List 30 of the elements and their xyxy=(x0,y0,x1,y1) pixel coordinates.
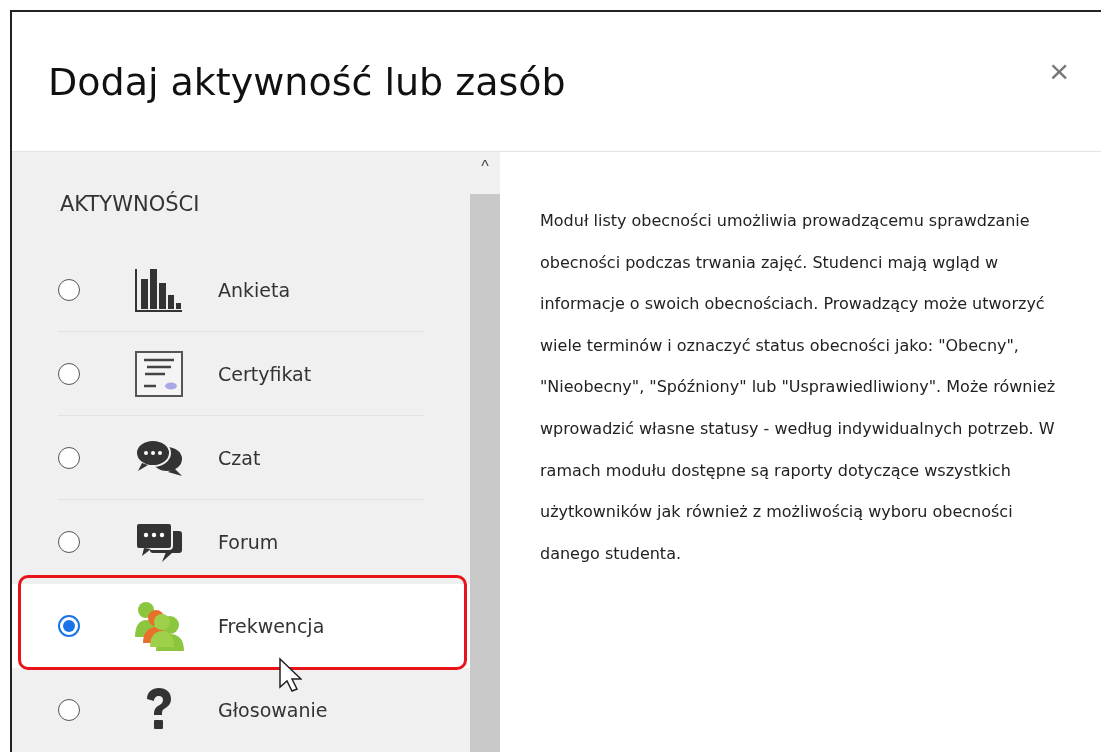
radio-button[interactable] xyxy=(58,447,80,469)
scroll-up-button[interactable]: ^ xyxy=(470,152,500,194)
certificate-icon xyxy=(134,350,184,398)
activity-label: Ankieta xyxy=(218,279,291,301)
radio-button[interactable] xyxy=(58,699,80,721)
bar-chart-icon xyxy=(134,267,184,313)
radio-button[interactable] xyxy=(58,363,80,385)
speech-bubbles-icon xyxy=(134,438,184,478)
activity-label: Czat xyxy=(218,447,261,469)
people-group-icon xyxy=(134,601,184,651)
radio-button[interactable] xyxy=(58,531,80,553)
mouse-pointer-icon xyxy=(278,657,302,693)
activity-label: Certyfikat xyxy=(218,363,312,385)
activity-item[interactable]: Czat xyxy=(12,416,470,500)
activity-item[interactable]: Ankieta xyxy=(12,248,470,332)
section-heading: AKTYWNOŚCI xyxy=(60,192,201,216)
activity-item[interactable]: Frekwencja xyxy=(12,584,470,668)
activity-description: Moduł listy obecności umożliwia prowadzącemu sprawdzanie obecności podczas trwania zajęć. Studenci mają wgląd w informacje o swoich obecnościach. Prowadzący może utworzyć wiele terminów i oznaczyć status obecności jako: "Obecny", "Nieobecny", "Spóźniony" lub "Usprawiedliwiony". Może również wprowadzić własne statusy - według indywidualnych potrzeb. W ramach modułu dostępne są raporty dotyczące wszystkich użytkowników jak również z możliwością wyboru obecności danego studenta. xyxy=(540,210,1057,565)
activity-label: Głosowanie xyxy=(218,699,328,721)
activity-label: Frekwencja xyxy=(218,615,325,637)
radio-button[interactable] xyxy=(58,279,80,301)
activity-item[interactable]: Certyfikat xyxy=(12,332,470,416)
activity-item[interactable]: Głosowanie xyxy=(12,668,470,752)
scrollbar-track[interactable]: ^ xyxy=(470,152,500,752)
close-button[interactable]: × xyxy=(1045,54,1073,88)
speech-bubbles-icon xyxy=(134,521,184,563)
activity-item[interactable]: Forum xyxy=(12,500,470,584)
radio-button[interactable] xyxy=(58,615,80,637)
activity-label: Forum xyxy=(218,531,279,553)
dialog-title: Dodaj aktywność lub zasób xyxy=(48,59,566,104)
